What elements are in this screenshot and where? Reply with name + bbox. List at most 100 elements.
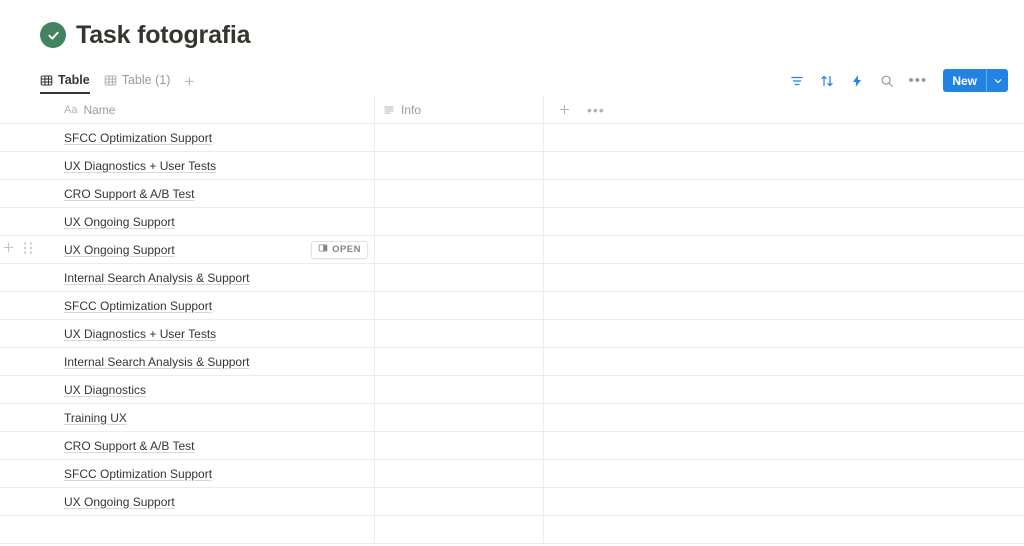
add-row-icon[interactable]	[2, 129, 15, 147]
row-title-link[interactable]: SFCC Optimization Support	[64, 467, 212, 481]
search-icon[interactable]	[879, 73, 895, 89]
cell-name[interactable]: UX Ongoing Support OPEN	[56, 236, 375, 263]
cell-info[interactable]	[375, 264, 544, 291]
table-row[interactable]: CRO Support & A/B TestOPEN	[0, 432, 1024, 460]
row-title-link[interactable]: SFCC Optimization Support	[64, 131, 212, 145]
add-row-icon[interactable]	[2, 241, 15, 259]
add-row-icon[interactable]	[2, 493, 15, 511]
new-button[interactable]: New	[943, 69, 1008, 92]
cell-info[interactable]	[375, 180, 544, 207]
table-row[interactable]: SFCC Optimization SupportOPEN	[0, 460, 1024, 488]
drag-handle-icon[interactable]	[23, 409, 33, 428]
drag-handle-icon[interactable]	[23, 157, 33, 176]
cell-info[interactable]	[375, 404, 544, 431]
cell-name[interactable]	[56, 516, 375, 543]
add-row-icon[interactable]	[2, 185, 15, 203]
table-row[interactable]: CRO Support & A/B TestOPEN	[0, 180, 1024, 208]
row-title-link[interactable]: CRO Support & A/B Test	[64, 439, 195, 453]
cell-info[interactable]	[375, 432, 544, 459]
cell-info[interactable]	[375, 376, 544, 403]
cell-name[interactable]: UX Ongoing SupportOPEN	[56, 488, 375, 515]
drag-handle-icon[interactable]	[23, 241, 33, 260]
add-row-icon[interactable]	[2, 409, 15, 427]
add-row-icon[interactable]	[2, 353, 15, 371]
sort-icon[interactable]	[819, 73, 835, 89]
open-row-button[interactable]: OPEN	[311, 240, 368, 259]
row-title-link[interactable]: UX Diagnostics	[64, 383, 146, 397]
cell-name[interactable]: Internal Search Analysis & SupportOPEN	[56, 264, 375, 291]
row-title-link[interactable]: UX Diagnostics + User Tests	[64, 327, 216, 341]
drag-handle-icon[interactable]	[23, 297, 33, 316]
cell-info[interactable]	[375, 208, 544, 235]
cell-info[interactable]	[375, 488, 544, 515]
table-row[interactable]: UX Diagnostics + User TestsOPEN	[0, 152, 1024, 180]
tab-table-1[interactable]: Table (1)	[104, 73, 170, 94]
cell-info[interactable]	[375, 320, 544, 347]
table-row[interactable]: SFCC Optimization SupportOPEN	[0, 292, 1024, 320]
cell-info[interactable]	[375, 124, 544, 151]
row-title-link[interactable]: CRO Support & A/B Test	[64, 187, 195, 201]
cell-name[interactable]: UX DiagnosticsOPEN	[56, 376, 375, 403]
table-row[interactable]: Internal Search Analysis & SupportOPEN	[0, 348, 1024, 376]
add-row-icon[interactable]	[2, 213, 15, 231]
add-row-icon[interactable]	[2, 325, 15, 343]
cell-name[interactable]: UX Diagnostics + User TestsOPEN	[56, 152, 375, 179]
cell-info[interactable]	[375, 460, 544, 487]
cell-name[interactable]: SFCC Optimization SupportOPEN	[56, 292, 375, 319]
row-title-link[interactable]: UX Ongoing Support	[64, 495, 175, 509]
table-row[interactable]: Training UXOPEN	[0, 404, 1024, 432]
table-row[interactable]: SFCC Optimization SupportOPEN	[0, 124, 1024, 152]
cell-info[interactable]	[375, 348, 544, 375]
cell-name[interactable]: UX Diagnostics + User TestsOPEN	[56, 320, 375, 347]
lightning-bolt-icon[interactable]	[849, 73, 865, 89]
add-row-icon[interactable]	[2, 157, 15, 175]
row-title-link[interactable]: SFCC Optimization Support	[64, 299, 212, 313]
add-row-icon[interactable]	[2, 381, 15, 399]
new-row-placeholder[interactable]	[0, 516, 1024, 544]
column-header-info[interactable]: Info	[375, 96, 544, 123]
cell-info[interactable]	[375, 152, 544, 179]
add-column-button[interactable]	[558, 103, 571, 116]
drag-handle-icon[interactable]	[23, 325, 33, 344]
cell-info[interactable]	[375, 292, 544, 319]
chevron-down-icon[interactable]	[987, 69, 1008, 92]
add-view-button[interactable]: +	[184, 73, 194, 94]
cell-name[interactable]: CRO Support & A/B TestOPEN	[56, 432, 375, 459]
drag-handle-icon[interactable]	[23, 269, 33, 288]
cell-name[interactable]: CRO Support & A/B TestOPEN	[56, 180, 375, 207]
drag-handle-icon[interactable]	[23, 353, 33, 372]
row-title-link[interactable]: Internal Search Analysis & Support	[64, 271, 249, 285]
drag-handle-icon[interactable]	[23, 129, 33, 148]
add-row-icon[interactable]	[2, 437, 15, 455]
tab-table[interactable]: Table	[40, 73, 90, 94]
table-row[interactable]: UX DiagnosticsOPEN	[0, 376, 1024, 404]
add-row-icon[interactable]	[2, 465, 15, 483]
table-row[interactable]: UX Ongoing SupportOPEN	[0, 488, 1024, 516]
drag-handle-icon[interactable]	[23, 493, 33, 512]
table-row[interactable]: UX Ongoing SupportOPEN	[0, 208, 1024, 236]
add-row-icon[interactable]	[2, 297, 15, 315]
column-header-name[interactable]: Aa Name	[56, 96, 375, 123]
filter-icon[interactable]	[789, 73, 805, 89]
cell-name[interactable]: SFCC Optimization SupportOPEN	[56, 460, 375, 487]
row-title-link[interactable]: Training UX	[64, 411, 127, 425]
drag-handle-icon[interactable]	[23, 465, 33, 484]
cell-name[interactable]: Internal Search Analysis & SupportOPEN	[56, 348, 375, 375]
row-title-link[interactable]: UX Diagnostics + User Tests	[64, 159, 216, 173]
column-options-button[interactable]: •••	[587, 103, 605, 117]
table-row[interactable]: UX Diagnostics + User TestsOPEN	[0, 320, 1024, 348]
cell-name[interactable]: UX Ongoing SupportOPEN	[56, 208, 375, 235]
row-title-link[interactable]: UX Ongoing Support	[64, 215, 175, 229]
cell-info[interactable]	[375, 236, 544, 263]
cell-name[interactable]: Training UXOPEN	[56, 404, 375, 431]
drag-handle-icon[interactable]	[23, 381, 33, 400]
more-options-icon[interactable]: •••	[909, 73, 928, 88]
drag-handle-icon[interactable]	[23, 185, 33, 204]
row-title-link[interactable]: UX Ongoing Support	[64, 243, 175, 257]
add-row-icon[interactable]	[2, 269, 15, 287]
cell-info[interactable]	[375, 516, 544, 543]
drag-handle-icon[interactable]	[23, 437, 33, 456]
table-row[interactable]: UX Ongoing Support OPEN	[0, 236, 1024, 264]
table-row[interactable]: Internal Search Analysis & SupportOPEN	[0, 264, 1024, 292]
cell-name[interactable]: SFCC Optimization SupportOPEN	[56, 124, 375, 151]
